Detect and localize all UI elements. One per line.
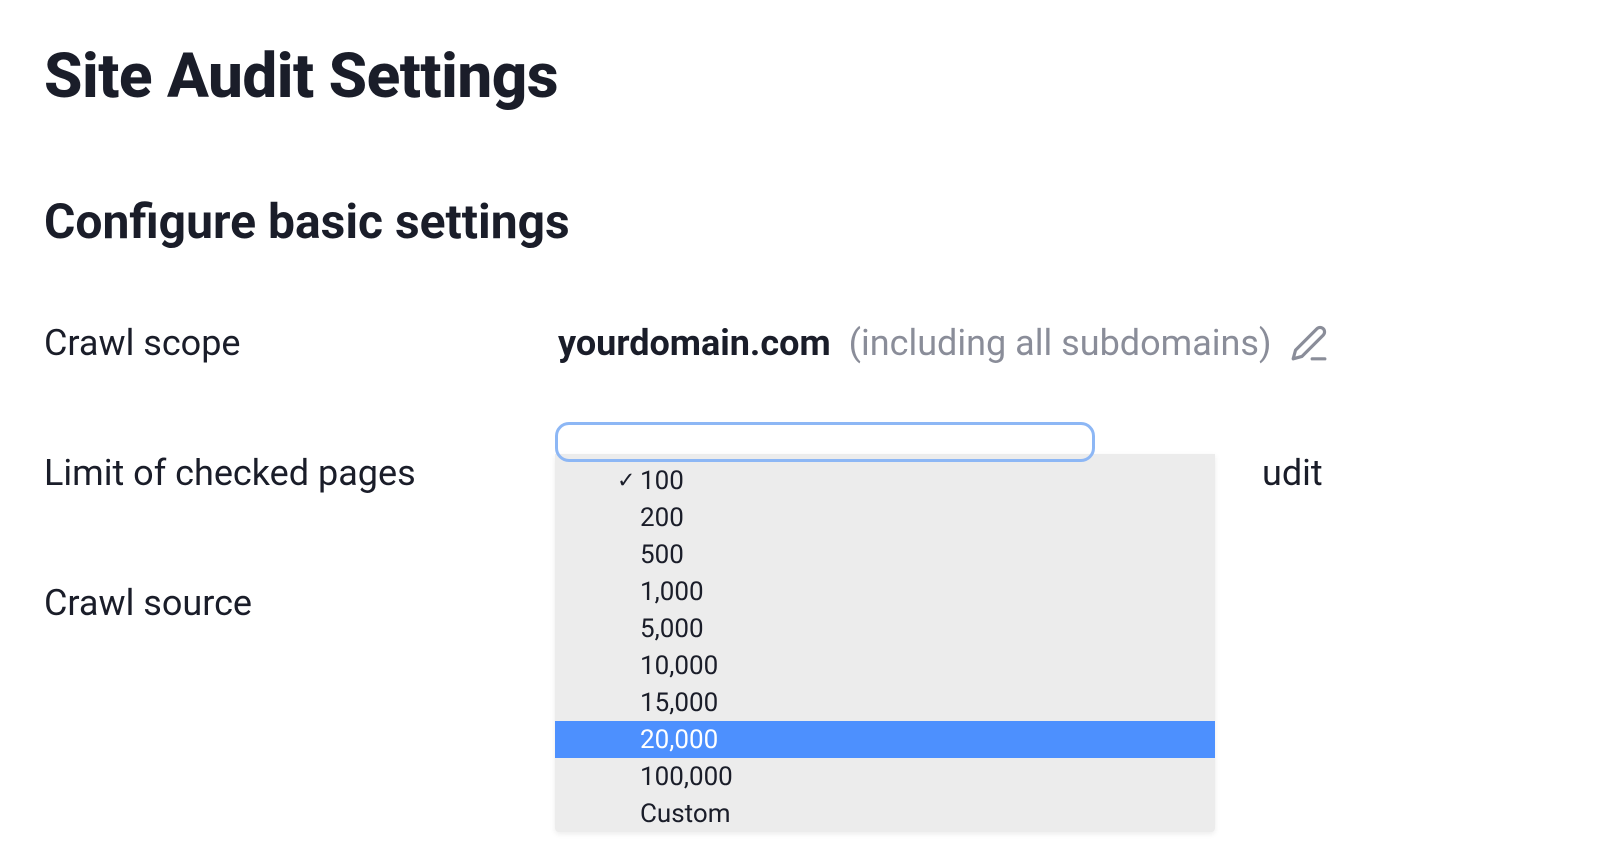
dropdown-option[interactable]: 200	[555, 499, 1215, 536]
crawl-scope-row: Crawl scope yourdomain.com (including al…	[44, 322, 1556, 364]
select-field-border[interactable]	[555, 422, 1095, 462]
dropdown-option[interactable]: 500	[555, 536, 1215, 573]
dropdown-option[interactable]: ✓100	[555, 462, 1215, 499]
dropdown-option-label: 100,000	[640, 762, 733, 792]
section-title: Configure basic settings	[44, 193, 1556, 250]
crawl-scope-suffix: (including all subdomains)	[849, 322, 1272, 364]
dropdown-option[interactable]: 15,000	[555, 684, 1215, 721]
limit-checked-pages-label: Limit of checked pages	[44, 452, 558, 494]
limit-trailing-text: udit	[1262, 452, 1323, 494]
dropdown-option[interactable]: Custom	[555, 795, 1215, 832]
dropdown-option-label: 100	[640, 466, 684, 496]
limit-pages-select[interactable]	[555, 422, 1095, 462]
dropdown-option[interactable]: 10,000	[555, 647, 1215, 684]
crawl-scope-label: Crawl scope	[44, 322, 558, 364]
dropdown-option-label: Custom	[640, 799, 731, 829]
dropdown-option-label: 5,000	[640, 614, 704, 644]
crawl-scope-domain: yourdomain.com	[558, 322, 831, 364]
dropdown-option[interactable]: 1,000	[555, 573, 1215, 610]
dropdown-option-label: 15,000	[640, 688, 718, 718]
crawl-source-label: Crawl source	[44, 582, 558, 624]
dropdown-option-label: 1,000	[640, 577, 704, 607]
edit-icon[interactable]	[1290, 324, 1328, 362]
dropdown-option-label: 20,000	[640, 725, 718, 755]
dropdown-option[interactable]: 5,000	[555, 610, 1215, 647]
dropdown-option[interactable]: 100,000	[555, 758, 1215, 795]
dropdown-option-label: 10,000	[640, 651, 718, 681]
crawl-scope-value: yourdomain.com (including all subdomains…	[558, 322, 1328, 364]
dropdown-option-label: 200	[640, 503, 684, 533]
limit-pages-dropdown: ✓100 200 500 1,000 5,000 10,000 15,000 20,000 10…	[555, 454, 1215, 832]
page-title: Site Audit Settings	[44, 40, 1556, 113]
check-icon: ✓	[617, 468, 635, 493]
dropdown-option-label: 500	[640, 540, 684, 570]
dropdown-option[interactable]: 20,000	[555, 721, 1215, 758]
